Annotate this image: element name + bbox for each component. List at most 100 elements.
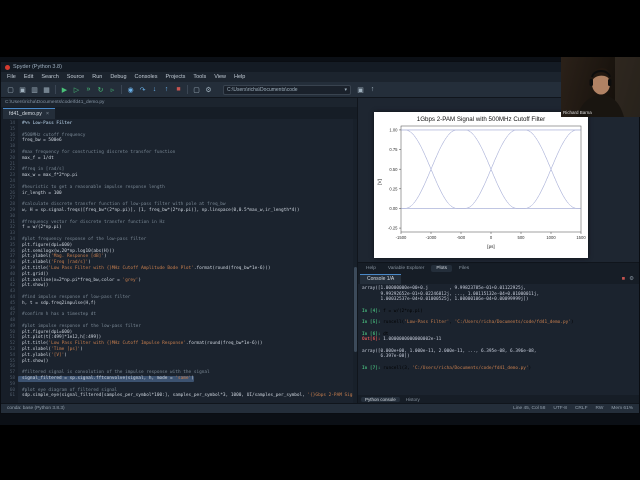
open-file-icon[interactable]: ▣ [17,84,28,96]
console-tab-label: Console 1/A [367,276,395,282]
pane-tab-files[interactable]: Files [454,265,474,272]
code-line[interactable]: 61 sdp.simple_eye(signal_filtered[samples… [1,393,357,399]
maximize-pane-icon[interactable]: ▢ [191,84,202,96]
status-item: CRLF [574,406,588,411]
status-item: Line 45, Col 58 [513,406,546,411]
console-tab-history[interactable]: History [402,397,424,402]
status-right-items: Line 45, Col 58 UTF-8 CRLF RW Mem 61% [513,406,633,411]
toolbar-icons: ▢ ▣ ▥ ▦ ▶ ▷» ↻ ▹ ◉ ↷ ↓ ↑ ■ ▢ ⚙ [5,84,214,96]
debug-icon[interactable]: ◉ [125,84,136,96]
menu-projects[interactable]: Projects [165,74,185,80]
menubar: File Edit Search Source Run Debug Consoles Proj… [1,72,639,82]
status-bar: conda: base (Python 3.8.3) Line 45, Col … [1,403,639,413]
webcam-overlay: Richard Barna [561,57,640,117]
headphone-right-cup [608,79,612,86]
stop-icon[interactable]: ■ [173,84,184,96]
toolbar-separator [121,85,122,94]
chevron-down-icon[interactable]: ▾ [344,87,347,93]
step-over-icon[interactable]: ↷ [137,84,148,96]
code-lines: 14 #%% Low-Pass Filter 15 16 #500MHz cutoff… [1,121,357,399]
svg-text:0.50: 0.50 [389,167,398,172]
headphone-left-cup [589,79,593,86]
plot-title: 1Gbps 2-PAM Signal with 500MHz Cutoff Fi… [417,116,545,123]
working-directory-box[interactable]: C:\Users\richa\Documents\code ▾ [223,84,351,95]
console-line: In [7]: runcell(3, 'C:/Users/richa/Docum… [362,365,532,371]
step-out-icon[interactable]: ↑ [161,84,172,96]
browse-folder-icon[interactable]: ▣ [355,84,366,96]
save-icon[interactable]: ▥ [29,84,40,96]
console-options-icon[interactable]: ⚙ [629,276,634,282]
run-selection-icon[interactable]: ▹ [107,84,118,96]
console-tab-python-console[interactable]: Python console [361,396,400,402]
menu-source[interactable]: Source [67,74,84,80]
toolbar-right-icons: ▣ ↑ [355,84,378,96]
svg-text:0.75: 0.75 [389,147,398,152]
eye-diagram-figure: 1Gbps 2-PAM Signal with 500MHz Cutoff Fi… [374,112,588,258]
toolbar-separator [55,85,56,94]
rerun-cell-icon[interactable]: ↻ [95,84,106,96]
main-area: C:\Users\richa\Documents\code\fd41_demo.… [1,98,639,403]
editor-pane: C:\Users\richa\Documents\code\fd41_demo.… [1,98,358,403]
window-title: Spyder (Python 3.8) [13,64,62,70]
pane-tab-variable-explorer[interactable]: Variable Explorer [383,265,429,272]
close-icon[interactable]: × [46,111,49,117]
run-cell-icon[interactable]: ▷ [71,84,82,96]
line-text: #confirm h has a timestep dt [22,312,97,318]
right-pane: ▥⊞× 1Gbps 2-PAM Signal with 500MHz Cutof… [358,98,639,403]
menu-help[interactable]: Help [234,74,245,80]
menu-search[interactable]: Search [41,74,58,80]
status-item: Mem 61% [611,406,633,411]
svg-text:1000: 1000 [546,235,556,240]
menu-tools[interactable]: Tools [193,74,206,80]
plot-xlabel: [ps] [487,244,494,249]
svg-text:-1500: -1500 [396,235,407,240]
svg-text:0.25: 0.25 [389,186,398,191]
editor-scrollbar[interactable] [353,119,357,403]
webcam-person [577,57,640,117]
status-environment: conda: base (Python 3.8.3) [7,406,65,411]
pane-tab-bar: Help Variable Explorer Plots Files [358,263,639,273]
working-directory-value: C:\Users\richa\Documents\code [227,86,298,93]
menu-debug[interactable]: Debug [110,74,126,80]
new-file-icon[interactable]: ▢ [5,84,16,96]
editor-scrollbar-thumb[interactable] [353,266,357,352]
line-number: 61 [9,393,15,399]
plot-axes-box [400,125,582,233]
status-item: UTF-8 [553,406,567,411]
svg-text:-1000: -1000 [426,235,437,240]
menu-view[interactable]: View [214,74,226,80]
line-text: h, t = sdp.freq2impulse(H,f) [22,300,97,306]
line-text: signal_filtered = sp.signal.fftconvolve(… [18,376,194,382]
console-tab[interactable]: Console 1/A [360,273,402,284]
line-text: #%% Low-Pass Filter [22,121,73,126]
plot-ylabel: [V] [377,179,382,185]
menu-run[interactable]: Run [92,74,102,80]
editor-code[interactable]: 14 #%% Low-Pass Filter 15 16 #500MHz cutoff… [1,119,357,403]
desktop-screen: Spyder (Python 3.8) File Edit Search Source… [0,57,640,425]
pane-tab-help[interactable]: Help [361,265,381,272]
interrupt-kernel-icon[interactable]: ■ [622,276,625,282]
line-text: sdp.simple_eye(signal_filtered[samples_p… [22,393,357,399]
run-cell-advance-icon[interactable]: » [83,84,94,96]
save-all-icon[interactable]: ▦ [41,84,52,96]
editor-tab-row: fd41_demo.py × [1,107,357,119]
breadcrumb: C:\Users\richa\Documents\code\fd41_demo.… [1,98,357,107]
pane-tab-plots[interactable]: Plots [431,264,452,272]
parent-directory-icon[interactable]: ↑ [367,84,378,96]
menu-file[interactable]: File [7,74,16,80]
console-output[interactable]: array([1.00000000e+00+0.j , 9.99823785e-… [358,284,639,395]
run-file-icon[interactable]: ▶ [59,84,70,96]
step-into-icon[interactable]: ↓ [149,84,160,96]
webcam-name-label: Richard Barna [563,110,592,115]
menu-edit[interactable]: Edit [24,74,33,80]
menu-consoles[interactable]: Consoles [135,74,158,80]
toolbar-separator [187,85,188,94]
preferences-icon[interactable]: ⚙ [203,84,214,96]
svg-text:1.00: 1.00 [389,128,398,133]
spyder-window: Spyder (Python 3.8) File Edit Search Source… [0,61,640,414]
editor-tab[interactable]: fd41_demo.py × [3,108,56,119]
svg-text:1500: 1500 [576,235,586,240]
svg-text:0.00: 0.00 [389,206,398,211]
plots-pane: ▥⊞× 1Gbps 2-PAM Signal with 500MHz Cutof… [358,98,639,263]
title-bar: Spyder (Python 3.8) [1,62,639,72]
